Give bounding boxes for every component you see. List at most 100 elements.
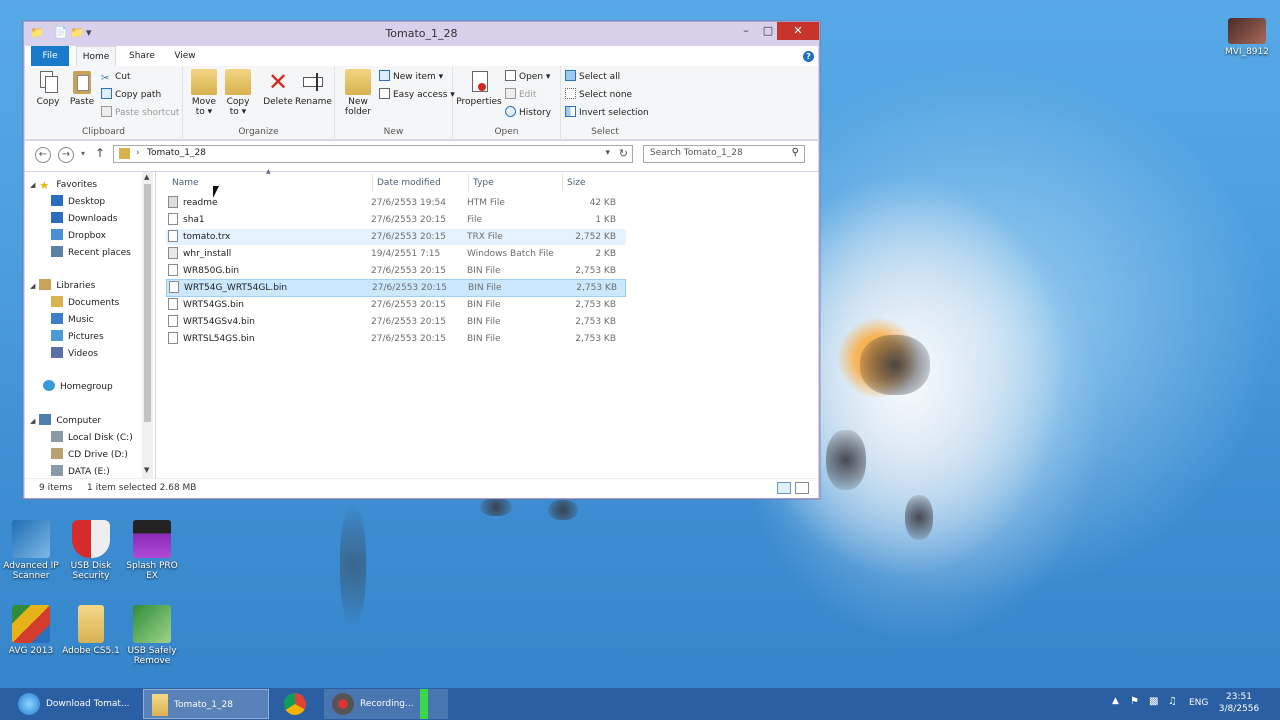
delete-button[interactable]: ✕ Delete (261, 69, 295, 107)
back-button[interactable]: ← (35, 147, 51, 163)
address-dropdown-icon[interactable]: ▾ (605, 148, 610, 158)
taskbar-explorer-button[interactable]: Tomato_1_28 (143, 689, 269, 719)
tab-share[interactable]: Share (124, 46, 160, 66)
expand-icon[interactable]: ◢ (30, 417, 35, 425)
file-row-selected[interactable]: WRT54G_WRT54GL.bin 27/6/2553 20:15 BIN F… (166, 279, 626, 297)
volume-icon[interactable]: ♫ (1168, 696, 1177, 707)
nav-pictures[interactable]: Pictures (51, 329, 104, 345)
usb-safely-remove-shortcut[interactable]: USB Safely Remove (121, 605, 183, 666)
history-button[interactable]: History (505, 106, 551, 120)
scroll-up-icon[interactable]: ▲ (144, 173, 149, 181)
new-folder-button[interactable]: New folder (341, 69, 375, 117)
search-icon[interactable]: ⚲ (792, 147, 799, 158)
easy-access-button[interactable]: Easy access ▾ (379, 88, 455, 102)
file-row[interactable]: WRT54GSv4.bin 27/6/2553 20:15 BIN File 2… (166, 314, 626, 330)
forward-button[interactable]: → (58, 147, 74, 163)
adobe-cs5-shortcut[interactable]: Adobe CS5.1 (60, 605, 122, 656)
close-button[interactable]: ✕ (777, 22, 819, 40)
chrome-icon (284, 692, 306, 715)
navigation-scrollbar[interactable]: ▲ ▼ (142, 172, 153, 478)
file-row[interactable]: WRTSL54GS.bin 27/6/2553 20:15 BIN File 2… (166, 331, 626, 347)
action-center-icon[interactable]: ⚑ (1130, 696, 1139, 707)
open-group: Properties Open ▾ Edit History Open (453, 66, 561, 140)
file-row[interactable]: WR850G.bin 27/6/2553 20:15 BIN File 2,75… (166, 263, 626, 279)
select-none-button[interactable]: Select none (565, 88, 632, 102)
nav-libraries[interactable]: ◢ Libraries (30, 278, 95, 294)
copy-path-button[interactable]: Copy path (101, 88, 161, 102)
file-row[interactable]: tomato.trx 27/6/2553 20:15 TRX File 2,75… (166, 229, 626, 245)
copy-button[interactable]: Copy (33, 69, 63, 107)
tab-file[interactable]: File (31, 46, 69, 66)
expand-icon[interactable]: ◢ (30, 181, 35, 189)
up-button[interactable]: ↑ (95, 146, 105, 160)
nav-favorites[interactable]: ◢ ★ Favorites (30, 177, 97, 193)
desktop-icon (51, 195, 63, 206)
paste-button[interactable]: Paste (67, 69, 97, 107)
file-row[interactable]: sha1 27/6/2553 20:15 File 1 KB (166, 212, 626, 228)
maximize-button[interactable]: □ (758, 22, 778, 40)
nav-cd-drive[interactable]: CD Drive (D:) (51, 447, 128, 463)
clock[interactable]: 23:51 3/8/2556 (1214, 691, 1264, 715)
nav-videos[interactable]: Videos (51, 346, 98, 362)
recent-locations-chevron-icon[interactable]: ▾ (81, 149, 85, 158)
nav-data-drive[interactable]: DATA (E:) (51, 464, 110, 478)
nav-local-disk[interactable]: Local Disk (C:) (51, 430, 133, 446)
nav-dropbox[interactable]: Dropbox (51, 228, 106, 244)
new-item-button[interactable]: New item ▾ (379, 70, 443, 84)
nav-documents[interactable]: Documents (51, 295, 119, 311)
nav-recent-places[interactable]: Recent places (51, 245, 131, 261)
mvi-video-shortcut[interactable]: MVI_8912 (1216, 18, 1278, 57)
move-to-button[interactable]: Move to ▾ (189, 69, 219, 117)
invert-selection-button[interactable]: Invert selection (565, 106, 649, 120)
wallpaper-shadow (905, 495, 933, 540)
title-bar[interactable]: 📁 📄 📁 ▾ Tomato_1_28 – □ ✕ (24, 22, 819, 46)
rename-button[interactable]: Rename (295, 69, 332, 107)
help-icon[interactable]: ? (803, 51, 814, 62)
nav-music[interactable]: Music (51, 312, 94, 328)
usb-disk-security-shortcut[interactable]: USB Disk Security (60, 520, 122, 581)
nav-computer[interactable]: ◢ Computer (30, 413, 101, 429)
minimize-button[interactable]: – (736, 22, 756, 40)
tab-view[interactable]: View (170, 46, 200, 66)
column-header-date[interactable]: Date modified (373, 174, 469, 192)
file-icon (168, 332, 178, 344)
select-all-button[interactable]: Select all (565, 70, 620, 84)
address-bar[interactable]: › Tomato_1_28 ▾ ↻ (113, 145, 633, 163)
cd-drive-icon (51, 448, 63, 459)
nav-downloads[interactable]: Downloads (51, 211, 117, 227)
expand-icon[interactable]: ◢ (30, 282, 35, 290)
paste-shortcut-button[interactable]: Paste shortcut (101, 106, 179, 120)
avg-shortcut[interactable]: AVG 2013 (0, 605, 62, 656)
file-row[interactable]: readme 27/6/2553 19:54 HTM File 42 KB (166, 195, 626, 211)
tab-home[interactable]: Home (76, 46, 116, 66)
taskbar-recording-button[interactable]: Recording... (324, 689, 448, 719)
scrollbar-thumb[interactable] (144, 184, 151, 422)
file-row[interactable]: WRT54GS.bin 27/6/2553 20:15 BIN File 2,7… (166, 297, 626, 313)
copy-to-button[interactable]: Copy to ▾ (223, 69, 253, 117)
scroll-down-icon[interactable]: ▼ (144, 466, 149, 474)
file-row[interactable]: whr_install 19/4/2551 7:15 Windows Batch… (166, 246, 626, 262)
column-header-size[interactable]: Size (563, 174, 623, 192)
open-button[interactable]: Open ▾ (505, 70, 550, 84)
video-thumbnail-icon (1228, 18, 1266, 44)
taskbar-chrome-button[interactable] (284, 689, 310, 719)
nav-homegroup[interactable]: Homegroup (43, 379, 113, 395)
advanced-ip-scanner-shortcut[interactable]: Advanced IP Scanner (0, 520, 62, 581)
move-to-icon (191, 69, 217, 95)
large-icons-view-icon[interactable] (795, 482, 809, 494)
tray-overflow-icon[interactable]: ▲ (1112, 696, 1119, 706)
search-input[interactable]: Search Tomato_1_28 ⚲ (643, 145, 805, 163)
language-indicator[interactable]: ENG (1189, 698, 1208, 708)
network-icon[interactable]: ▩ (1149, 696, 1158, 707)
edit-button[interactable]: Edit (505, 88, 536, 102)
taskbar-ie-button[interactable]: Download Tomat... (18, 689, 138, 719)
cut-button[interactable]: ✂ Cut (101, 70, 131, 84)
breadcrumb[interactable]: Tomato_1_28 (147, 148, 206, 158)
nav-desktop[interactable]: Desktop (51, 194, 105, 210)
splash-pro-shortcut[interactable]: Splash PRO EX (121, 520, 183, 581)
refresh-icon[interactable]: ↻ (619, 147, 628, 160)
details-view-icon[interactable] (777, 482, 791, 494)
column-header-type[interactable]: Type (469, 174, 563, 192)
column-header-name[interactable]: Name (168, 174, 373, 192)
properties-button[interactable]: Properties (455, 69, 503, 107)
